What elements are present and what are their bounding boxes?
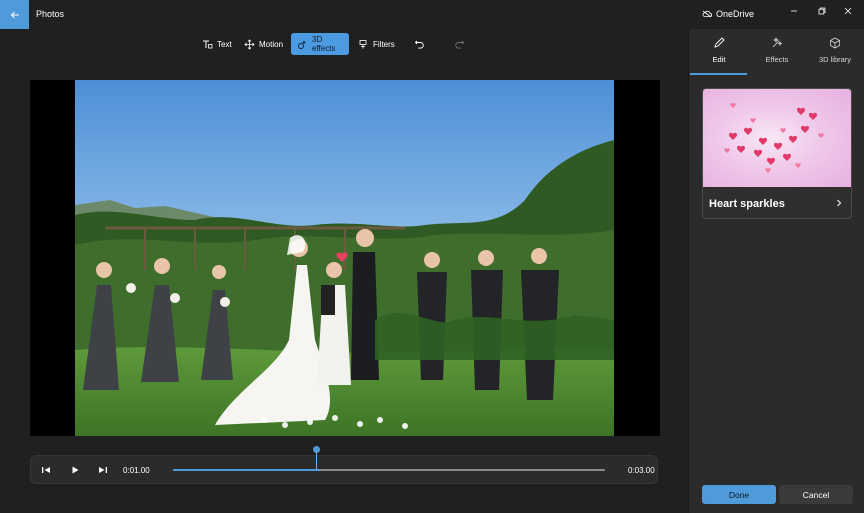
playhead-handle[interactable]: [313, 446, 320, 453]
tab-3d-library-label: 3D library: [818, 55, 852, 64]
tab-effects[interactable]: Effects: [748, 37, 806, 75]
tab-3d-library[interactable]: 3D library: [806, 37, 864, 75]
video-preview[interactable]: [30, 80, 660, 436]
cube-icon: [830, 37, 840, 49]
minimize-icon: [791, 10, 797, 12]
tab-effects-label: Effects: [765, 55, 789, 64]
motion-tool-button[interactable]: Motion: [238, 33, 289, 55]
next-frame-button[interactable]: [96, 463, 110, 477]
3d-effects-icon: [297, 39, 308, 50]
text-tool-label: Text: [217, 39, 232, 49]
cloud-off-icon: [702, 10, 712, 18]
move-icon: [244, 38, 255, 50]
cancel-button[interactable]: Cancel: [779, 485, 853, 504]
timeline-progress: [173, 469, 320, 471]
onedrive-status[interactable]: OneDrive: [702, 9, 754, 19]
title-bar: Photos OneDrive: [0, 0, 864, 29]
edit-toolbar: Text Motion 3D effects Filters: [0, 30, 688, 58]
total-time: 0:03.00: [628, 466, 655, 475]
close-icon: [844, 7, 852, 15]
filters-icon: [358, 39, 369, 50]
app-title: Photos: [36, 9, 65, 19]
sparkle-icon: [772, 37, 783, 48]
play-icon: [72, 466, 79, 474]
filters-tool-label: Filters: [373, 39, 395, 49]
text-icon: [202, 39, 213, 50]
step-back-icon: [42, 467, 50, 473]
chevron-right-icon: [837, 199, 842, 207]
3d-effects-tool-label: 3D effects: [312, 35, 336, 53]
text-tool-button[interactable]: Text: [196, 33, 238, 55]
restore-icon: [818, 7, 826, 15]
close-button[interactable]: [832, 0, 864, 22]
redo-icon: [454, 39, 465, 50]
wedding-photo: [75, 80, 614, 436]
undo-button[interactable]: [408, 33, 431, 55]
step-forward-icon: [99, 467, 107, 473]
current-time: 0:01.00: [123, 466, 150, 475]
active-tab-indicator: [690, 73, 747, 75]
effects-panel: Edit Effects 3D library Heart sparkles D…: [688, 29, 864, 513]
tab-edit-label: Edit: [712, 55, 726, 64]
heart-sparkles-thumbnail: [703, 89, 851, 187]
undo-icon: [414, 39, 425, 50]
filters-tool-button[interactable]: Filters: [352, 33, 401, 55]
back-button[interactable]: [0, 0, 29, 29]
effect-name: Heart sparkles: [709, 198, 785, 210]
play-button[interactable]: [68, 463, 82, 477]
redo-button[interactable]: [448, 33, 471, 55]
pencil-icon: [714, 37, 725, 48]
onedrive-label: OneDrive: [716, 9, 755, 19]
playback-bar: 0:01.00 0:03.00: [30, 455, 658, 484]
effect-card-heart-sparkles[interactable]: Heart sparkles: [702, 88, 852, 219]
back-arrow-icon: [10, 11, 19, 18]
motion-tool-label: Motion: [259, 39, 284, 49]
3d-effects-tool-button[interactable]: 3D effects: [291, 33, 349, 55]
previous-frame-button[interactable]: [39, 463, 53, 477]
timeline-slider[interactable]: [173, 469, 605, 471]
done-button[interactable]: Done: [702, 485, 776, 504]
tab-edit[interactable]: Edit: [690, 37, 748, 75]
